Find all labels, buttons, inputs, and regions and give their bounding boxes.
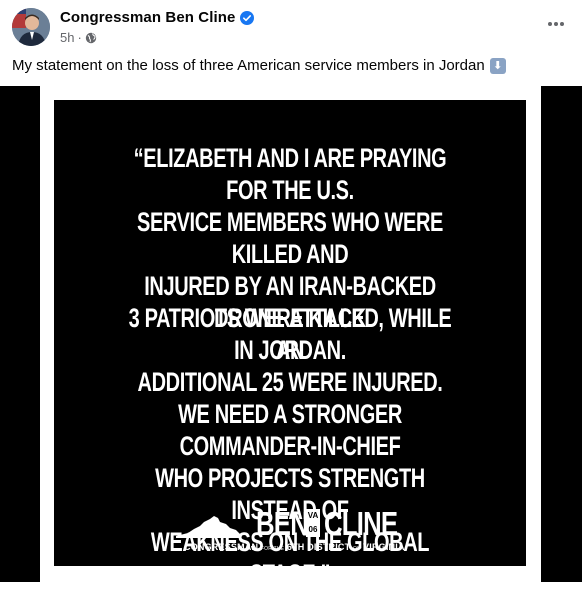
statement-paragraph-2: 3 PATRIOTS WERE KILLED, WHILE AN ADDITIO… <box>128 303 452 397</box>
logo-last-name: CLINE <box>324 505 398 542</box>
post-caption-text: My statement on the loss of three Americ… <box>12 57 485 74</box>
tagline-for-the: FOR THE <box>260 546 285 552</box>
author-name[interactable]: Congressman Ben Cline <box>60 9 235 26</box>
post-timestamp[interactable]: 5h <box>60 30 74 45</box>
tagline-of: OF <box>353 546 361 552</box>
tagline-district: 6TH DISTRICT <box>286 542 351 552</box>
logo-first-name: BEN <box>256 505 309 542</box>
virginia-map-icon <box>176 516 242 538</box>
post-header: Congressman Ben Cline 5h · <box>0 0 582 52</box>
tagline-congressman: CONGRESSMAN <box>184 542 259 552</box>
more-horizontal-icon <box>548 22 564 26</box>
post-caption: My statement on the loss of three Americ… <box>12 57 506 74</box>
avatar-portrait-icon <box>12 8 50 46</box>
globe-icon <box>85 32 97 44</box>
avatar[interactable] <box>12 8 50 46</box>
statement-graphic: “ELIZABETH AND I ARE PRAYING FOR THE U.S… <box>40 86 541 589</box>
down-arrow-emoji-icon: ⬇ <box>489 57 506 74</box>
meta-separator: · <box>77 30 82 45</box>
more-options-button[interactable] <box>544 12 568 36</box>
post-media[interactable]: “ELIZABETH AND I ARE PRAYING FOR THE U.S… <box>0 86 582 589</box>
tagline-state: VIRGINIA <box>363 542 405 552</box>
statement-graphic-panel: “ELIZABETH AND I ARE PRAYING FOR THE U.S… <box>54 100 526 589</box>
logo-badge-state: VA <box>307 511 319 520</box>
logo-badge-district: 06 <box>308 525 318 534</box>
ben-cline-logo: BEN VA 06 CLINE CONGRESSMAN FOR THE 6TH … <box>54 502 526 558</box>
logo-district-badge: VA 06 <box>306 509 320 537</box>
logo-tagline: CONGRESSMAN FOR THE 6TH DISTRICT OF VIRG… <box>184 542 405 552</box>
statement-paragraph-3: WE NEED A STRONGER COMMANDER-IN-CHIEF WH… <box>150 399 430 589</box>
verified-badge-icon <box>240 10 255 25</box>
